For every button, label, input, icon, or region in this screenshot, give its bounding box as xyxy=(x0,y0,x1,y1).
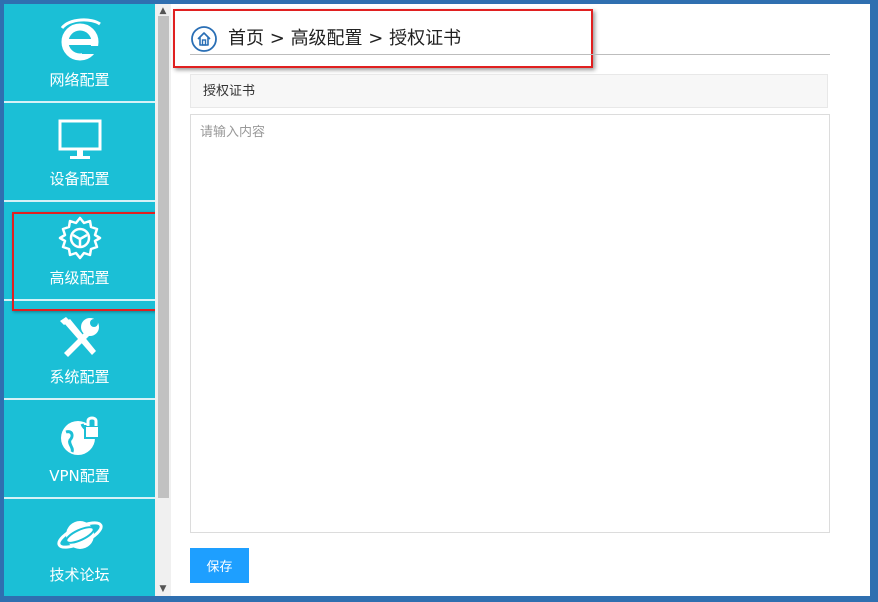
sidebar-item-label: 网络配置 xyxy=(49,71,110,89)
sidebar-item-vpn[interactable]: VPN配置 xyxy=(4,400,155,499)
sidebar-item-advanced[interactable]: 高级配置 xyxy=(4,202,166,311)
globe-lock-icon xyxy=(60,416,100,455)
breadcrumb: 首页 > 高级配置 > 授权证书 xyxy=(228,27,461,51)
breadcrumb-separator: > xyxy=(368,28,384,49)
save-button[interactable]: 保存 xyxy=(190,548,249,583)
sidebar: 网络配置 设备配置 高级配置 系统配置 VPN配置 技术论坛 xyxy=(4,4,166,596)
breadcrumb-section[interactable]: 高级配置 xyxy=(291,28,363,49)
planet-icon xyxy=(56,521,103,549)
sidebar-item-label: 技术论坛 xyxy=(49,566,110,584)
scroll-up-icon[interactable]: ▲ xyxy=(158,6,168,16)
breadcrumb-separator: > xyxy=(269,28,285,49)
sidebar-item-forum[interactable]: 技术论坛 xyxy=(4,499,155,596)
app-window: 网络配置 设备配置 高级配置 系统配置 VPN配置 技术论坛 ▲ ▼ 首页 > … xyxy=(4,4,870,596)
breadcrumb-home[interactable]: 首页 xyxy=(228,28,264,49)
scroll-thumb[interactable] xyxy=(158,16,169,498)
breadcrumb-divider xyxy=(190,54,830,55)
tools-icon xyxy=(59,317,99,357)
home-icon[interactable] xyxy=(190,25,218,53)
monitor-icon xyxy=(58,119,101,159)
sidebar-item-network[interactable]: 网络配置 xyxy=(4,4,155,103)
ie-icon xyxy=(60,18,101,61)
sidebar-item-label: 设备配置 xyxy=(49,170,110,188)
sidebar-item-label: 系统配置 xyxy=(49,368,110,386)
sidebar-item-label: VPN配置 xyxy=(49,467,110,485)
scroll-down-icon[interactable]: ▼ xyxy=(158,584,168,594)
certificate-textarea[interactable] xyxy=(190,114,830,533)
breadcrumb-current: 授权证书 xyxy=(389,28,462,49)
sidebar-item-label: 高级配置 xyxy=(49,269,110,287)
gear-icon xyxy=(58,216,101,260)
section-title: 授权证书 xyxy=(190,74,828,108)
sidebar-scrollbar[interactable]: ▲ ▼ xyxy=(155,4,171,596)
sidebar-item-system[interactable]: 系统配置 xyxy=(4,301,155,400)
sidebar-item-device[interactable]: 设备配置 xyxy=(4,103,155,202)
